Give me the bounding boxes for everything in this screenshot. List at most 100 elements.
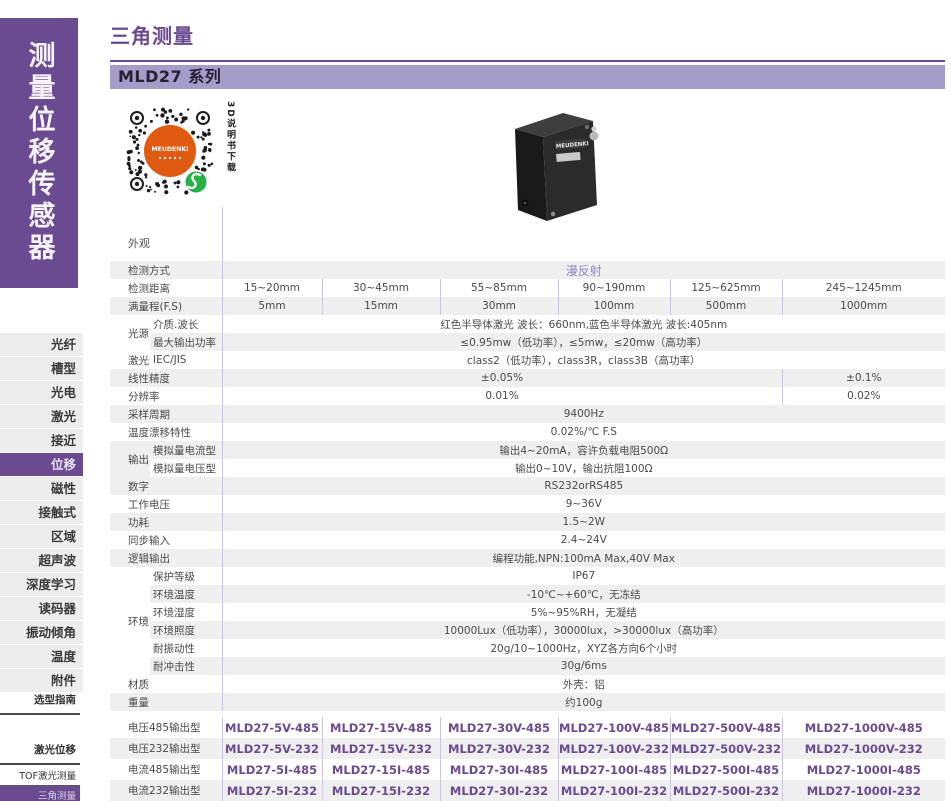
model-number: MLD27-500I-232 <box>670 780 782 801</box>
spec-value: -10℃~+60℃，无冻结 <box>222 585 945 603</box>
spec-label: 耐振动性 <box>150 639 222 657</box>
spec-value: 5%~95%RH，无凝结 <box>222 603 945 621</box>
spec-label: 介质.波长 <box>150 315 222 333</box>
spec-value: 9~36V <box>222 495 945 513</box>
spec-group-label: 输出 <box>110 441 150 477</box>
sidebar-item[interactable]: 附件 <box>0 669 83 692</box>
spec-label: 模拟量电压型 <box>150 459 222 477</box>
spec-value: 0.01% <box>222 387 782 405</box>
sidebar-item[interactable]: 槽型 <box>0 357 83 380</box>
spec-label: 最大输出功率 <box>150 333 222 351</box>
spec-value: ≤0.95mw（低功率），≤5mw，≤20mw（高功率） <box>222 333 945 351</box>
spec-row: 模拟量电压型输出0~10V，输出抗阻100Ω <box>110 459 945 477</box>
spec-row: 温度漂移特性0.02%/℃ F.S <box>110 423 945 441</box>
spec-row: 环境照度10000Lux（低功率），30000lux，>30000lux（高功率… <box>110 621 945 639</box>
sidebar-item[interactable]: 超声波 <box>0 549 83 572</box>
sidebar-item[interactable]: 温度 <box>0 645 83 668</box>
model-number: MLD27-5I-232 <box>222 780 322 801</box>
sidebar-category-label: 测量位移传感器 <box>20 41 59 265</box>
sidebar-item[interactable]: 激光 <box>0 405 83 428</box>
qr-caption: 3D说明书下载 <box>224 101 237 174</box>
spec-row: 耐冲击性30g/6ms <box>110 657 945 675</box>
spec-value: 红色半导体激光 波长：660nm,蓝色半导体激光 波长:405nm <box>222 315 945 333</box>
spec-row: 重量约100g <box>110 693 945 711</box>
spec-value: 漫反射 <box>222 261 945 279</box>
sidebar-bottom-item[interactable]: 激光位移 <box>0 740 80 765</box>
spec-row: 最大输出功率≤0.95mw（低功率），≤5mw，≤20mw（高功率） <box>110 333 945 351</box>
spec-value: 30g/6ms <box>222 657 945 675</box>
spec-label: 电流485输出型 <box>110 759 222 780</box>
spec-label: 电流232输出型 <box>110 780 222 801</box>
spec-label: 检测方式 <box>110 261 222 279</box>
spec-label: 满量程(F.S) <box>110 297 222 315</box>
spec-row: 逻辑输出编程功能,NPN:100mA Max,40V Max <box>110 549 945 567</box>
spec-group-label: 光源 <box>110 315 150 351</box>
spec-value: 2.4~24V <box>222 531 945 549</box>
spec-label: 电压485输出型 <box>110 717 222 738</box>
spec-label: 环境照度 <box>150 621 222 639</box>
spec-row: 同步输入2.4~24V <box>110 531 945 549</box>
spec-label-appearance: 外观 <box>128 235 150 251</box>
page-title: 三角测量 <box>110 20 945 49</box>
sidebar-item[interactable]: 光电 <box>0 381 83 404</box>
model-number: MLD27-500V-485 <box>670 717 782 738</box>
sidebar-bottom-item[interactable]: TOF激光测量 <box>0 765 80 786</box>
sidebar-item[interactable]: 深度学习 <box>0 573 83 596</box>
spec-row: 检测距离15~20mm30~45mm55~85mm90~190mm125~625… <box>110 279 945 297</box>
spec-row: 分辨率0.01%0.02% <box>110 387 945 405</box>
model-number: MLD27-5V-232 <box>222 738 322 759</box>
spec-row: 激光IEC/JISclass2（低功率），class3R，class3B（高功率… <box>110 351 945 369</box>
spec-label: 电压232输出型 <box>110 738 222 759</box>
spec-value: 500mm <box>670 297 782 315</box>
sidebar-bottom-item[interactable]: 选型指南 <box>0 690 80 715</box>
spec-row: 线性精度±0.05%±0.1% <box>110 369 945 387</box>
spec-label: 环境温度 <box>150 585 222 603</box>
sidebar-item[interactable]: 接触式 <box>0 501 83 524</box>
sidebar-item[interactable]: 位移 <box>0 453 83 476</box>
spec-value: 15mm <box>322 297 440 315</box>
spec-value: 约100g <box>222 693 945 711</box>
sidebar-item[interactable]: 读码器 <box>0 597 83 620</box>
spec-row: 材质外壳：铝 <box>110 675 945 693</box>
spec-label: 数字 <box>110 477 222 495</box>
product-photo: MEUDENKI <box>503 107 603 225</box>
spec-value: 10000Lux（低功率），30000lux，>30000lux（高功率） <box>222 621 945 639</box>
spec-value: 1.5~2W <box>222 513 945 531</box>
spec-label: 同步输入 <box>110 531 222 549</box>
spec-value: 0.02% <box>782 387 945 405</box>
main-content: 三角测量 MLD27 系列 MEUDENKI 3D说明书下载 <box>110 0 945 801</box>
column-divider-stub <box>222 207 223 261</box>
spec-value: 输出4~20mA，容许负载电阻500Ω <box>222 441 945 459</box>
spec-value: 245~1245mm <box>782 279 945 297</box>
spec-value: 编程功能,NPN:100mA Max,40V Max <box>222 549 945 567</box>
model-number: MLD27-100I-232 <box>558 780 670 801</box>
spec-value: ±0.05% <box>222 369 782 387</box>
spec-row: 环境温度-10℃~+60℃，无冻结 <box>110 585 945 603</box>
spec-row: 检测方式漫反射 <box>110 261 945 279</box>
spec-label: 线性精度 <box>110 369 222 387</box>
spec-value: 90~190mm <box>558 279 670 297</box>
spec-label: IEC/JIS <box>150 351 222 369</box>
model-number: MLD27-5I-485 <box>222 759 322 780</box>
title-rule <box>110 60 945 62</box>
spec-value: 外壳：铝 <box>222 675 945 693</box>
qr-code-icon: MEUDENKI <box>124 105 216 197</box>
sidebar-bottom-item[interactable]: 三角测量 <box>0 786 80 801</box>
sidebar-item[interactable]: 区域 <box>0 525 83 548</box>
model-number: MLD27-30V-232 <box>440 738 558 759</box>
model-number: MLD27-1000I-232 <box>782 780 945 801</box>
spec-label: 工作电压 <box>110 495 222 513</box>
sidebar-item[interactable]: 振动倾角 <box>0 621 83 644</box>
model-number: MLD27-30V-485 <box>440 717 558 738</box>
spec-value: 输出0~10V，输出抗阻100Ω <box>222 459 945 477</box>
model-number: MLD27-100V-485 <box>558 717 670 738</box>
sidebar-item[interactable]: 光纤 <box>0 333 83 356</box>
spec-value: 30mm <box>440 297 558 315</box>
spec-label: 环境湿度 <box>150 603 222 621</box>
sidebar-item[interactable]: 磁性 <box>0 477 83 500</box>
model-row: 电压485输出型MLD27-5V-485MLD27-15V-485MLD27-3… <box>110 717 945 738</box>
series-banner: MLD27 系列 <box>110 65 945 89</box>
spec-label: 功耗 <box>110 513 222 531</box>
spec-value: 1000mm <box>782 297 945 315</box>
sidebar-item[interactable]: 接近 <box>0 429 83 452</box>
